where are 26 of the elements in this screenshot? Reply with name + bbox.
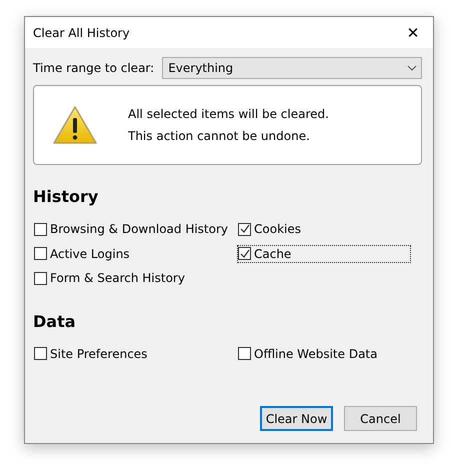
- warning-icon: [52, 105, 98, 145]
- checkbox-option[interactable]: Site Preferences: [33, 344, 150, 362]
- checkbox[interactable]: [238, 222, 251, 236]
- checkbox[interactable]: [34, 222, 47, 236]
- warning-text: This action cannot be undone.: [128, 129, 311, 143]
- checkbox[interactable]: [34, 247, 47, 260]
- checkbox[interactable]: [34, 272, 47, 284]
- checkbox-option[interactable]: Cache: [237, 244, 411, 262]
- chevron-down-icon: [407, 65, 417, 71]
- checkbox-option[interactable]: Offline Website Data: [237, 344, 380, 362]
- clear-now-button[interactable]: Clear Now: [260, 406, 333, 431]
- time-range-dropdown[interactable]: Everything: [162, 57, 422, 79]
- checkbox-option[interactable]: Browsing & Download History: [33, 220, 232, 238]
- checkbox[interactable]: [34, 347, 47, 360]
- section-heading: History: [33, 187, 100, 206]
- cancel-button[interactable]: Cancel: [344, 406, 417, 431]
- checkbox-option[interactable]: Active Logins: [33, 244, 133, 262]
- checkbox-option[interactable]: Form & Search History: [33, 269, 188, 287]
- checkbox-option[interactable]: Cookies: [237, 220, 304, 238]
- time-range-label: Time range to clear:: [33, 61, 154, 75]
- checkbox[interactable]: [238, 347, 251, 360]
- warning-text: All selected items will be cleared.: [128, 107, 329, 121]
- window-title: Clear All History: [33, 26, 130, 40]
- checkbox[interactable]: [238, 247, 251, 260]
- close-button[interactable]: ✕: [393, 17, 433, 48]
- section-heading: Data: [33, 312, 77, 330]
